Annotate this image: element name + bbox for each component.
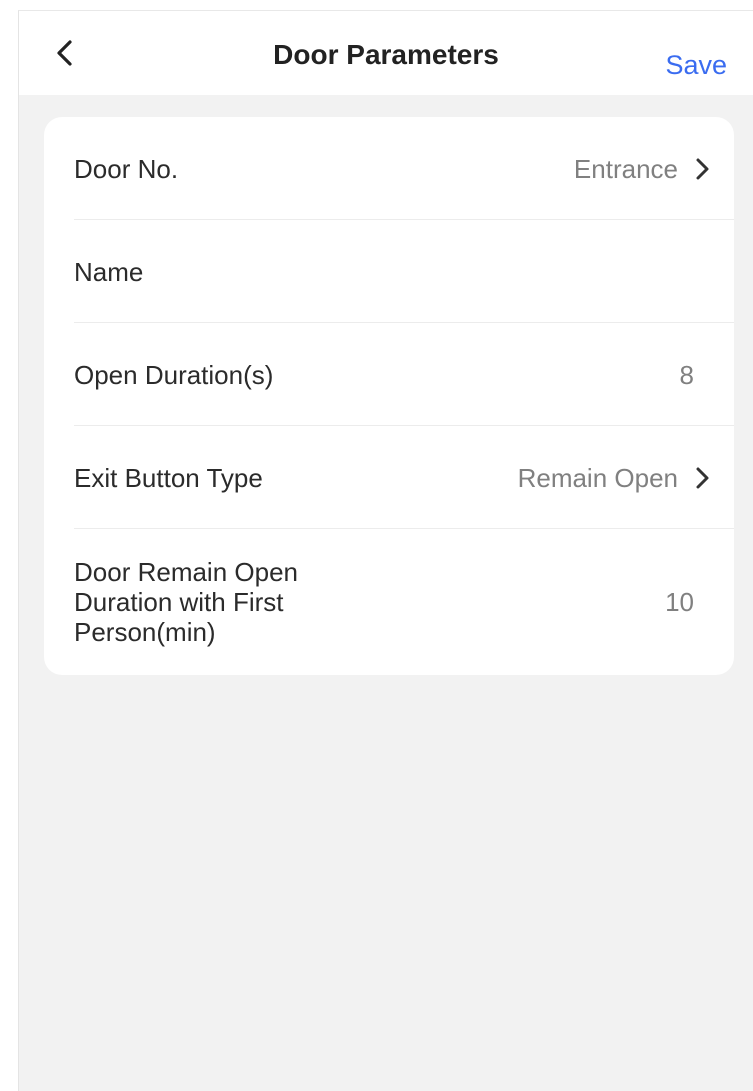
door-parameters-card: Door No. Entrance Name Open Duration(s) … [44,117,734,675]
door-no-value: Entrance [573,153,678,184]
name-row[interactable]: Name [44,220,734,323]
save-button[interactable]: Save [665,47,727,83]
chevron-right-icon [692,155,712,183]
door-no-row[interactable]: Door No. Entrance [44,117,734,220]
door-no-label: Door No. [74,153,179,184]
name-label: Name [74,256,144,287]
first-person-duration-label: Door Remain Open Duration with First Per… [74,557,298,647]
exit-button-type-label: Exit Button Type [74,462,263,493]
app-screen: Door Parameters Save Door No. Entrance N… [18,10,753,1091]
open-duration-row[interactable]: Open Duration(s) 8 [44,323,734,426]
first-person-duration-row[interactable]: Door Remain Open Duration with First Per… [44,529,734,675]
navigation-bar: Door Parameters Save [19,11,753,95]
page-title: Door Parameters [273,39,499,70]
open-duration-value: 8 [679,359,694,390]
exit-button-type-row[interactable]: Exit Button Type Remain Open [44,426,734,529]
chevron-right-icon [692,464,712,492]
first-person-duration-value: 10 [665,587,694,617]
exit-button-type-value: Remain Open [517,462,678,493]
open-duration-label: Open Duration(s) [74,359,274,390]
